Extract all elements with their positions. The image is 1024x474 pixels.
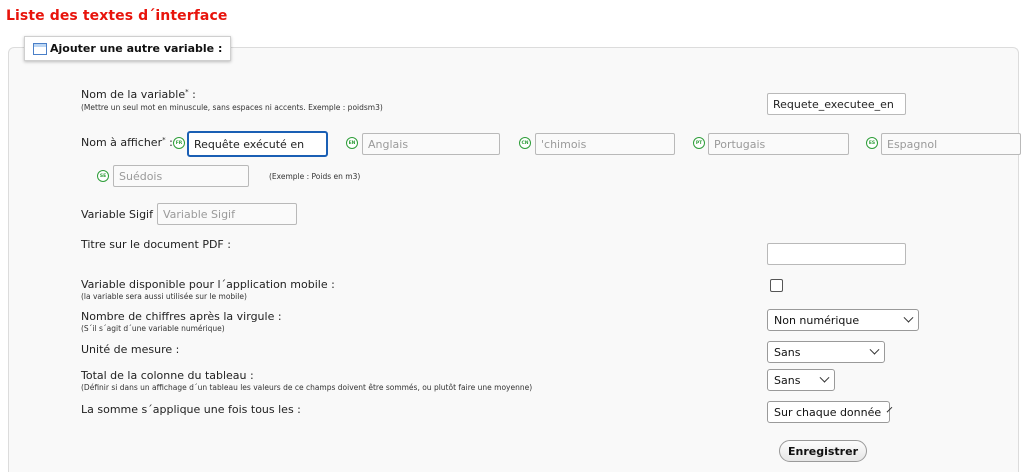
page-title: Liste des textes d´interface bbox=[6, 8, 228, 24]
pdf-title-label: Titre sur le document PDF : bbox=[81, 238, 231, 251]
mobile-checkbox[interactable] bbox=[770, 279, 783, 292]
mobile-hint: (la variable sera aussi utilisée sur le … bbox=[81, 292, 247, 301]
column-total-label: Total de la colonne du tableau : bbox=[81, 369, 254, 382]
variable-name-label: Nom de la variable* : bbox=[81, 88, 196, 101]
flag-se-icon: SE bbox=[97, 170, 109, 182]
unit-label: Unité de mesure : bbox=[81, 343, 180, 356]
sum-applies-selected: Sur chaque donnée bbox=[774, 405, 882, 419]
chevron-down-icon bbox=[903, 312, 914, 323]
legend-label: Ajouter une autre variable : bbox=[50, 42, 223, 55]
sum-applies-label: La somme s´applique une fois tous les : bbox=[81, 403, 301, 416]
display-name-en-input[interactable]: Anglais bbox=[362, 133, 500, 155]
unit-select[interactable]: Sans bbox=[767, 341, 885, 363]
form-legend: Ajouter une autre variable : bbox=[24, 36, 232, 61]
decimals-select[interactable]: Non numérique bbox=[767, 309, 919, 331]
display-name-es-input[interactable]: Espagnol bbox=[881, 133, 1021, 155]
flag-pt-icon: PT bbox=[693, 137, 705, 149]
display-name-example: (Exemple : Poids en m3) bbox=[269, 172, 361, 181]
flag-fr-icon: FR bbox=[173, 137, 185, 149]
label-colon: : bbox=[188, 88, 196, 101]
form-icon bbox=[33, 42, 47, 55]
chevron-down-icon bbox=[819, 372, 830, 383]
flag-en-icon: EN bbox=[346, 137, 358, 149]
display-name-fr-input[interactable]: Requête exécuté en bbox=[187, 131, 328, 157]
display-name-label-text: Nom à afficher bbox=[81, 136, 163, 149]
decimals-label: Nombre de chiffres après la virgule : bbox=[81, 310, 282, 323]
unit-selected: Sans bbox=[774, 345, 801, 359]
chevron-down-icon bbox=[869, 344, 880, 355]
display-name-pt-input[interactable]: Portugais bbox=[708, 133, 849, 155]
variable-name-input[interactable]: Requete_executee_en bbox=[767, 93, 906, 115]
decimals-hint: (S´il s´agit d´une variable numérique) bbox=[81, 324, 225, 333]
display-name-cn-input[interactable]: 'chimois bbox=[535, 133, 675, 155]
display-name-label: Nom à afficher* : bbox=[81, 136, 173, 149]
sum-applies-select[interactable]: Sur chaque donnée bbox=[767, 401, 893, 423]
display-name-se-input[interactable]: Suédois bbox=[113, 165, 249, 187]
variable-name-label-text: Nom de la variable bbox=[81, 88, 186, 101]
mobile-label: Variable disponible pour l´application m… bbox=[81, 278, 335, 291]
variable-name-hint: (Mettre un seul mot en minuscule, sans e… bbox=[81, 103, 383, 112]
flag-es-icon: ES bbox=[866, 137, 878, 149]
pdf-title-input[interactable] bbox=[767, 243, 906, 265]
sigif-input[interactable]: Variable Sigif bbox=[157, 203, 297, 225]
sigif-label: Variable Sigif : bbox=[81, 208, 161, 221]
save-button[interactable]: Enregistrer bbox=[779, 440, 867, 462]
label-colon: : bbox=[165, 136, 173, 149]
column-total-select[interactable]: Sans bbox=[767, 369, 835, 391]
flag-cn-icon: CN bbox=[519, 137, 531, 149]
decimals-selected: Non numérique bbox=[774, 313, 860, 327]
column-total-selected: Sans bbox=[774, 373, 801, 387]
column-total-hint: (Définir si dans un affichage d´un table… bbox=[81, 383, 533, 392]
